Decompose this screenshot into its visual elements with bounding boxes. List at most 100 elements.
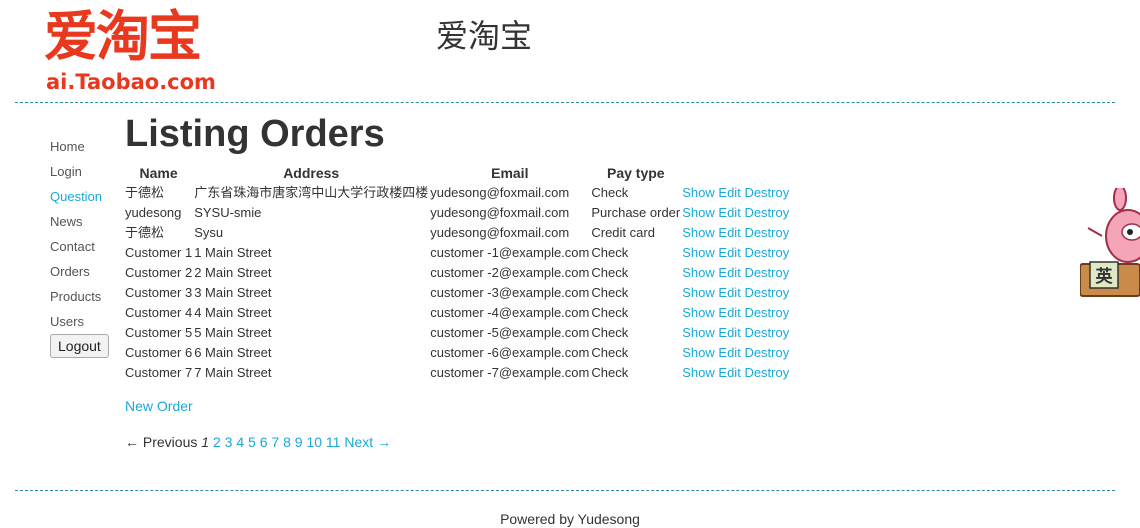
sidebar-item-contact[interactable]: Contact (50, 234, 102, 259)
sidebar-item-users[interactable]: Users (50, 309, 102, 334)
destroy-link[interactable]: Destroy (744, 205, 789, 220)
cell-pay-type: Check (591, 365, 629, 380)
cell-email: customer -1@example.com (430, 245, 590, 260)
cell-actions: Show Edit Destroy (681, 283, 790, 303)
pagination-page-link[interactable]: 10 (306, 434, 322, 450)
table-row: yudesong SYSU-smie yudesong@foxmail.com Pur… (124, 203, 790, 223)
cell-actions: Show Edit Destroy (681, 343, 790, 363)
mascot-illustration: 英 (1080, 188, 1140, 297)
sidebar-item-login[interactable]: Login (50, 159, 102, 184)
cell-pay-type: Check (591, 305, 629, 320)
edit-link[interactable]: Edit (718, 225, 740, 240)
pagination-page-link[interactable]: 9 (295, 434, 303, 450)
cell-actions: Show Edit Destroy (681, 203, 790, 223)
column-header-name: Name (139, 165, 178, 181)
cell-name: Customer 1 (125, 245, 193, 260)
edit-link[interactable]: Edit (718, 305, 740, 320)
destroy-link[interactable]: Destroy (744, 265, 789, 280)
sidebar-item-news[interactable]: News (50, 209, 102, 234)
sidebar-item-orders[interactable]: Orders (50, 259, 102, 284)
show-link[interactable]: Show (682, 325, 715, 340)
destroy-link[interactable]: Destroy (744, 305, 789, 320)
sidebar-item-products[interactable]: Products (50, 284, 102, 309)
column-header-email: Email (491, 165, 529, 181)
show-link[interactable]: Show (682, 345, 715, 360)
pagination-page-link[interactable]: 8 (283, 434, 291, 450)
pagination-page-link[interactable]: 3 (225, 434, 233, 450)
pagination-page-link[interactable]: 2 (213, 434, 221, 450)
cell-address: 广东省珠海市唐家湾中山大学行政楼四楼 (194, 185, 429, 200)
edit-link[interactable]: Edit (718, 345, 740, 360)
destroy-link[interactable]: Destroy (744, 365, 789, 380)
pagination-page-link[interactable]: 5 (248, 434, 256, 450)
show-link[interactable]: Show (682, 305, 715, 320)
logout-button[interactable]: Logout (50, 334, 109, 358)
cell-pay-type: Check (591, 345, 629, 360)
cell-pay-type: Check (591, 265, 629, 280)
cell-address: SYSU-smie (194, 205, 262, 220)
cell-name: 于德松 (125, 185, 165, 200)
edit-link[interactable]: Edit (718, 285, 740, 300)
cell-pay-type: Credit card (591, 225, 655, 240)
cell-email: yudesong@foxmail.com (430, 225, 570, 240)
cell-name: Customer 3 (125, 285, 193, 300)
cell-email: customer -3@example.com (430, 285, 590, 300)
cell-address: 4 Main Street (194, 305, 272, 320)
edit-link[interactable]: Edit (718, 365, 740, 380)
cell-actions: Show Edit Destroy (681, 183, 790, 203)
sidebar-item-question[interactable]: Question (50, 184, 102, 209)
table-row: Customer 77 Main Street customer -7@examp… (124, 363, 790, 383)
edit-link[interactable]: Edit (718, 325, 740, 340)
cell-name: Customer 5 (125, 325, 193, 340)
cell-name: Customer 6 (125, 345, 193, 360)
cell-actions: Show Edit Destroy (681, 363, 790, 383)
show-link[interactable]: Show (682, 245, 715, 260)
edit-link[interactable]: Edit (718, 245, 740, 260)
cell-email: customer -6@example.com (430, 345, 590, 360)
cell-actions: Show Edit Destroy (681, 323, 790, 343)
column-header-actions (681, 163, 790, 183)
table-row: Customer 33 Main Street customer -3@examp… (124, 283, 790, 303)
pagination-page-link[interactable]: 11 (326, 434, 341, 450)
pagination: ← Previous 1 2 3 4 5 6 7 8 9 10 11 Next … (125, 433, 391, 451)
cell-pay-type: Check (591, 325, 629, 340)
destroy-link[interactable]: Destroy (744, 245, 789, 260)
destroy-link[interactable]: Destroy (744, 325, 789, 340)
site-title: 爱淘宝 (436, 17, 533, 55)
show-link[interactable]: Show (682, 185, 715, 200)
show-link[interactable]: Show (682, 285, 715, 300)
pagination-page-link[interactable]: 6 (260, 434, 268, 450)
destroy-link[interactable]: Destroy (744, 185, 789, 200)
cell-actions: Show Edit Destroy (681, 243, 790, 263)
show-link[interactable]: Show (682, 365, 715, 380)
edit-link[interactable]: Edit (718, 205, 740, 220)
cell-actions: Show Edit Destroy (681, 223, 790, 243)
cell-email: yudesong@foxmail.com (430, 185, 570, 200)
site-logo[interactable]: 爱淘宝 ai.Taobao.com (44, 8, 216, 95)
header-divider (15, 102, 1115, 103)
cell-email: customer -2@example.com (430, 265, 590, 280)
destroy-link[interactable]: Destroy (744, 225, 789, 240)
page-title: Listing Orders (125, 113, 385, 155)
cell-address: 7 Main Street (194, 365, 272, 380)
pagination-current-page: 1 (201, 434, 210, 450)
logo-domain-text: ai.Taobao.com (46, 70, 216, 94)
pagination-page-link[interactable]: 7 (271, 434, 279, 450)
show-link[interactable]: Show (682, 225, 715, 240)
pagination-page-link[interactable]: 4 (236, 434, 244, 450)
cell-address: 2 Main Street (194, 265, 272, 280)
edit-link[interactable]: Edit (718, 185, 740, 200)
cell-pay-type: Check (591, 245, 629, 260)
show-link[interactable]: Show (682, 265, 715, 280)
cell-name: yudesong (125, 205, 182, 220)
edit-link[interactable]: Edit (718, 265, 740, 280)
destroy-link[interactable]: Destroy (744, 285, 789, 300)
destroy-link[interactable]: Destroy (744, 345, 789, 360)
cell-name: Customer 7 (125, 365, 193, 380)
sidebar-nav: Home Login Question News Contact Orders Produc… (50, 134, 102, 334)
new-order-link[interactable]: New Order (125, 397, 193, 415)
pagination-next-link[interactable]: Next → (344, 434, 391, 450)
table-row: 于德松 广东省珠海市唐家湾中山大学行政楼四楼 yudesong@foxmail.co… (124, 183, 790, 203)
sidebar-item-home[interactable]: Home (50, 134, 102, 159)
show-link[interactable]: Show (682, 205, 715, 220)
